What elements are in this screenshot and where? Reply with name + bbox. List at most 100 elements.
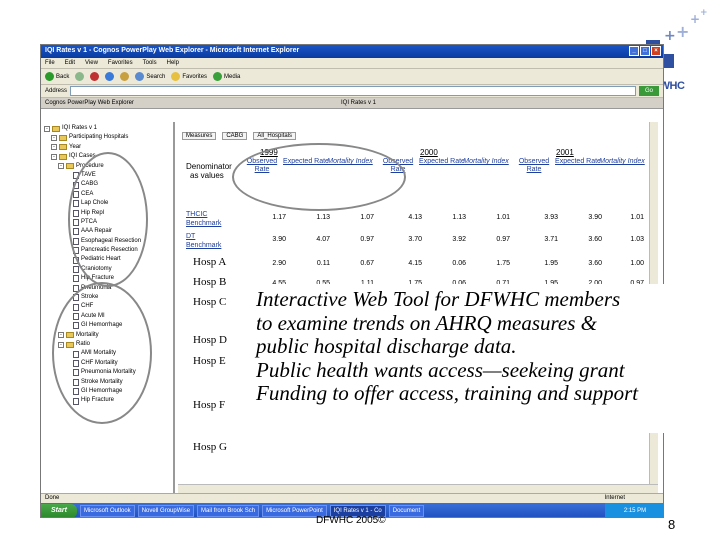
browser-titlebar: IQI Rates v 1 - Cognos PowerPlay Web Exp… xyxy=(41,45,663,58)
callout-line: Public health wants access—seekeing gran… xyxy=(256,357,625,382)
media-button[interactable]: Media xyxy=(213,72,240,81)
home-icon[interactable] xyxy=(120,72,130,81)
forward-arrow-icon[interactable] xyxy=(75,72,85,81)
status-text: Done xyxy=(45,495,60,501)
column-header[interactable]: Expected Rate xyxy=(419,158,465,166)
table-cell: 2.90 xyxy=(272,260,286,267)
cube-title: IQI Rates v 1 xyxy=(341,100,377,106)
status-bar: Done Internet xyxy=(41,493,663,503)
table-cell: 1.01 xyxy=(496,214,510,221)
app-header: Cognos PowerPlay Web Explorer IQI Rates … xyxy=(41,98,663,109)
hospital-label-b: Hosp B xyxy=(193,276,227,288)
filter-procedure[interactable]: CABG xyxy=(222,132,248,140)
favorites-button[interactable]: Favorites xyxy=(171,72,207,81)
table-cell: 1.13 xyxy=(452,214,466,221)
menu-favorites[interactable]: Favorites xyxy=(108,60,133,66)
folder-icon xyxy=(52,125,60,132)
back-arrow-icon xyxy=(45,72,54,81)
table-cell: 3.90 xyxy=(272,236,286,243)
content-header xyxy=(178,122,658,131)
tree-item[interactable]: - IQI Rates v 1 xyxy=(44,124,170,133)
table-cell: 3.93 xyxy=(544,214,558,221)
table-cell: 1.75 xyxy=(496,260,510,267)
filter-hospitals[interactable]: All_Hospitals xyxy=(253,132,297,140)
browser-screenshot: IQI Rates v 1 - Cognos PowerPlay Web Exp… xyxy=(40,44,664,518)
benchmark-dt[interactable]: DT Benchmark xyxy=(186,232,221,250)
table-cell: 0.11 xyxy=(316,260,330,267)
table-cell: 1.01 xyxy=(630,214,644,221)
benchmark-thcic[interactable]: THCIC Benchmark xyxy=(186,210,221,228)
callout-line: Interactive Web Tool for DFWHC members xyxy=(256,287,621,311)
year-2000[interactable]: 2000 xyxy=(420,148,438,157)
filter-bar: Measures CABG All_Hospitals xyxy=(178,131,658,141)
highlight-oval-tree-top xyxy=(68,152,148,287)
table-cell: 3.71 xyxy=(544,236,558,243)
app-title: Cognos PowerPlay Web Explorer xyxy=(45,100,134,106)
table-cell: 1.00 xyxy=(630,260,644,267)
expand-icon[interactable]: - xyxy=(51,144,57,151)
year-2001[interactable]: 2001 xyxy=(556,148,574,157)
close-icon[interactable]: × xyxy=(651,46,661,56)
task-groupwise[interactable]: Novell GroupWise xyxy=(137,505,195,517)
table-cell: 1.13 xyxy=(316,214,330,221)
stop-icon[interactable] xyxy=(90,72,100,81)
tree-item[interactable]: - Participating Hospitals xyxy=(44,133,170,142)
table-cell: 1.03 xyxy=(630,236,644,243)
callout-line: to examine trends on AHRQ measures & xyxy=(256,310,598,335)
tree-item[interactable]: - Year xyxy=(44,143,170,152)
callout-text: Interactive Web Tool for DFWHC members t… xyxy=(247,284,691,433)
horizontal-scrollbar[interactable] xyxy=(178,484,658,493)
hospital-label-f: Hosp F xyxy=(193,399,226,411)
search-icon xyxy=(135,72,145,81)
menu-edit[interactable]: Edit xyxy=(65,60,75,66)
column-header[interactable]: Mortality Index xyxy=(599,158,645,166)
start-button[interactable]: Start xyxy=(41,504,77,517)
address-bar: Address Go xyxy=(41,85,663,98)
menu-view[interactable]: View xyxy=(85,60,98,66)
menu-file[interactable]: File xyxy=(45,60,55,66)
table-cell: 3.92 xyxy=(452,236,466,243)
column-header[interactable]: Mortality Index xyxy=(463,158,509,166)
task-document[interactable]: Document xyxy=(388,505,425,517)
folder-icon xyxy=(59,135,67,142)
footer-text: DFWHC 2005© xyxy=(316,515,386,526)
minimize-icon[interactable]: _ xyxy=(629,46,639,56)
go-button[interactable]: Go xyxy=(639,86,659,96)
window-title: IQI Rates v 1 - Cognos PowerPlay Web Exp… xyxy=(45,47,300,54)
expand-icon[interactable]: - xyxy=(44,125,50,132)
menu-tools[interactable]: Tools xyxy=(143,60,157,66)
column-header[interactable]: Observed Rate xyxy=(511,158,557,174)
table-cell: 3.60 xyxy=(588,260,602,267)
table-cell: 0.97 xyxy=(496,236,510,243)
document-icon xyxy=(73,275,79,283)
task-mail[interactable]: Mail from Brook Sch xyxy=(197,505,260,517)
refresh-icon[interactable] xyxy=(105,72,115,81)
address-input[interactable] xyxy=(70,86,636,96)
hospital-label-c: Hosp C xyxy=(193,296,227,308)
folder-icon xyxy=(66,163,74,170)
address-label: Address xyxy=(45,88,68,94)
table-cell: 0.06 xyxy=(452,260,466,267)
task-outlook[interactable]: Microsoft Outlook xyxy=(80,505,135,517)
expand-icon[interactable]: - xyxy=(58,163,64,170)
expand-icon[interactable]: - xyxy=(51,153,57,160)
tree-item-label: Participating Hospitals xyxy=(69,134,129,141)
tree-item-label: Year xyxy=(69,143,82,150)
table-cell: 1.07 xyxy=(360,214,374,221)
table-cell: 3.70 xyxy=(408,236,422,243)
column-header[interactable]: Expected Rate xyxy=(555,158,601,166)
search-button[interactable]: Search xyxy=(135,72,165,81)
table-cell: 1.95 xyxy=(544,260,558,267)
table-cell: 1.17 xyxy=(272,214,286,221)
menu-help[interactable]: Help xyxy=(167,60,179,66)
table-cell: 4.15 xyxy=(408,260,422,267)
back-button[interactable]: Back xyxy=(45,72,69,81)
callout-line: public hospital discharge data. xyxy=(256,334,517,358)
table-cell: 4.13 xyxy=(408,214,422,221)
filter-measures[interactable]: Measures xyxy=(182,132,217,140)
expand-icon[interactable]: - xyxy=(51,135,57,142)
clock: 2:15 PM xyxy=(605,503,663,517)
maximize-icon[interactable]: □ xyxy=(640,46,650,56)
hospital-label-g: Hosp G xyxy=(193,441,227,453)
document-icon xyxy=(73,266,79,274)
